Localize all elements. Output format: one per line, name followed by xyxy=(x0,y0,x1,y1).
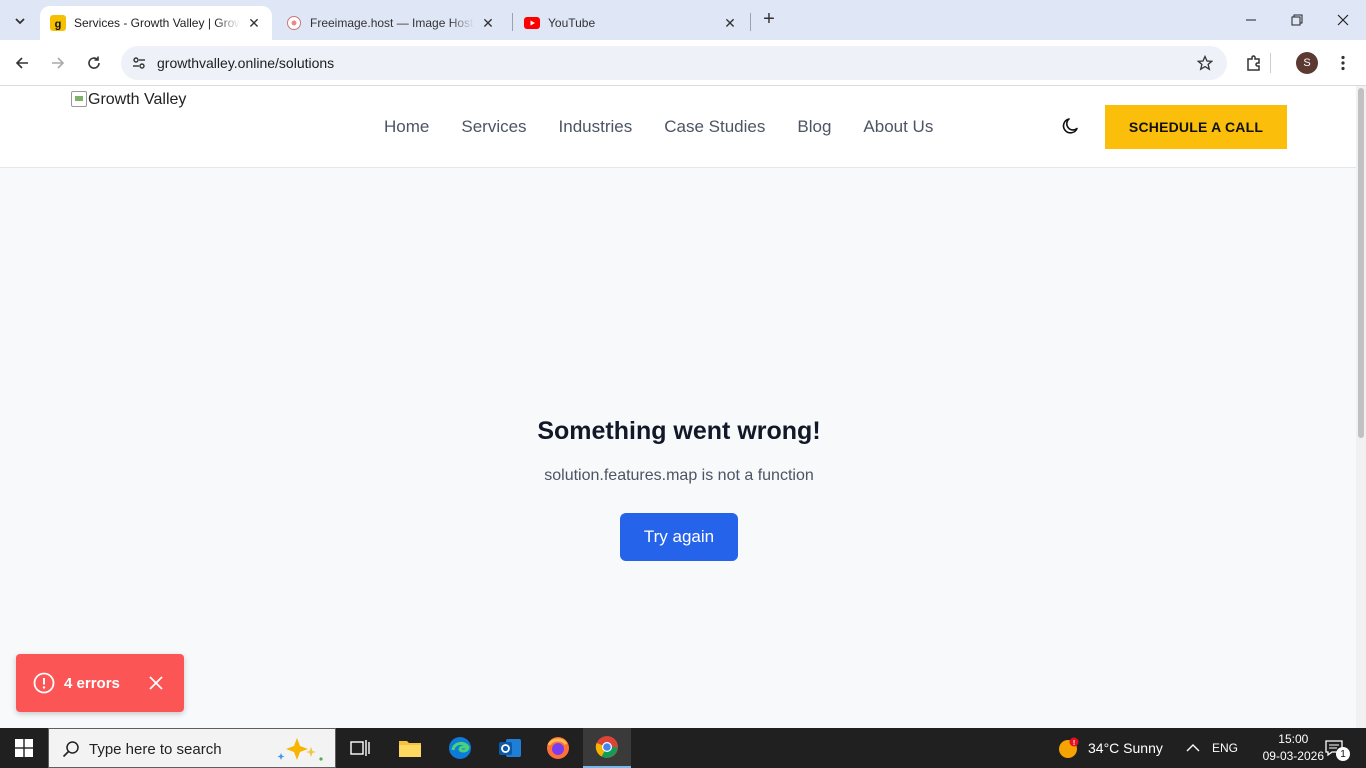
youtube-favicon-icon xyxy=(524,15,540,31)
tab-divider xyxy=(750,13,751,31)
alert-circle-icon xyxy=(33,672,55,694)
site-info-icon[interactable] xyxy=(129,53,149,73)
reload-icon xyxy=(88,56,100,69)
tab-title: Services - Growth Valley | Growth Valley xyxy=(74,16,240,30)
extensions-button[interactable] xyxy=(1241,50,1267,76)
task-view-icon xyxy=(350,740,370,756)
address-bar[interactable]: growthvalley.online/solutions xyxy=(121,46,1227,80)
back-button[interactable] xyxy=(8,49,36,77)
menu-button[interactable] xyxy=(1330,50,1356,76)
taskbar-firefox[interactable] xyxy=(534,728,582,768)
svg-text:g: g xyxy=(55,19,62,31)
avatar: S xyxy=(1296,52,1318,74)
tab-search-button[interactable] xyxy=(6,7,34,35)
clock-date: 09-03-2026 xyxy=(1262,749,1324,763)
site-logo[interactable]: Growth Valley xyxy=(71,91,186,109)
nav-home[interactable]: Home xyxy=(384,117,429,137)
tab-title: YouTube xyxy=(548,16,596,30)
schedule-call-button[interactable]: SCHEDULE A CALL xyxy=(1105,105,1287,149)
tab-title: Freeimage.host — Image Hosting xyxy=(310,16,474,30)
edge-icon xyxy=(449,737,471,759)
nav-industries[interactable]: Industries xyxy=(559,117,633,137)
task-view-button[interactable] xyxy=(336,728,384,768)
close-tab-icon[interactable]: ✕ xyxy=(722,15,738,31)
close-icon xyxy=(1337,14,1349,26)
chevron-up-icon xyxy=(1186,744,1200,752)
moon-icon xyxy=(1062,118,1078,134)
search-icon xyxy=(61,739,81,759)
close-toast-icon[interactable] xyxy=(147,674,165,692)
taskbar-file-explorer[interactable] xyxy=(386,728,434,768)
nav-about-us[interactable]: About Us xyxy=(863,117,933,137)
scrollbar-thumb[interactable] xyxy=(1358,88,1364,438)
firefox-icon xyxy=(547,737,569,759)
arrow-left-icon xyxy=(15,57,28,69)
minimize-button[interactable] xyxy=(1228,0,1274,40)
taskbar-search[interactable]: Type here to search xyxy=(48,728,336,768)
close-tab-icon[interactable]: ✕ xyxy=(480,15,496,31)
tab-freeimage[interactable]: Freeimage.host — Image Hosting ✕ xyxy=(276,6,506,40)
broken-image-icon xyxy=(71,91,87,107)
tab-divider xyxy=(512,13,513,31)
restore-icon xyxy=(1291,14,1303,26)
theme-toggle-button[interactable] xyxy=(1060,115,1082,137)
reload-button[interactable] xyxy=(80,49,108,77)
tab-youtube[interactable]: YouTube ✕ xyxy=(514,6,748,40)
svg-text:!: ! xyxy=(1073,740,1075,747)
notification-badge: 1 xyxy=(1336,747,1350,761)
nav-blog[interactable]: Blog xyxy=(797,117,831,137)
tab-growth-valley[interactable]: g Services - Growth Valley | Growth Vall… xyxy=(40,6,272,40)
start-button[interactable] xyxy=(0,728,48,768)
sparkle-icon xyxy=(277,738,323,761)
new-tab-button[interactable]: + xyxy=(758,8,780,30)
growth-valley-favicon-icon: g xyxy=(50,15,66,31)
browser-toolbar: growthvalley.online/solutions S xyxy=(0,40,1366,86)
system-clock[interactable]: 15:00 09-03-2026 xyxy=(1263,731,1324,765)
tab-strip: g Services - Growth Valley | Growth Vall… xyxy=(0,0,1366,40)
error-title: Something went wrong! xyxy=(537,417,821,445)
chrome-icon xyxy=(595,736,618,758)
notifications-button[interactable]: 1 xyxy=(1324,728,1350,768)
windows-taskbar: Type here to search ! 34°C Sunny ENG 15:… xyxy=(0,728,1366,768)
page-scrollbar[interactable] xyxy=(1356,86,1366,728)
clock-time: 15:00 xyxy=(1278,732,1309,746)
restore-button[interactable] xyxy=(1274,0,1320,40)
close-window-button[interactable] xyxy=(1320,0,1366,40)
main-nav: Home Services Industries Case Studies Bl… xyxy=(384,117,965,137)
show-hidden-icons[interactable] xyxy=(1186,728,1200,768)
weather-widget[interactable]: ! 34°C Sunny xyxy=(1058,728,1163,768)
main-content: Something went wrong! solution.features.… xyxy=(0,168,1356,728)
freeimage-favicon-icon xyxy=(286,15,302,31)
taskbar-chrome[interactable] xyxy=(583,728,631,768)
logo-alt-text: Growth Valley xyxy=(88,91,187,108)
error-message: solution.features.map is not a function xyxy=(544,467,814,484)
puzzle-icon xyxy=(1247,55,1260,71)
more-vertical-icon xyxy=(1341,55,1345,71)
chevron-down-icon xyxy=(15,18,25,25)
site-header: Growth Valley Home Services Industries C… xyxy=(0,86,1356,168)
close-tab-icon[interactable]: ✕ xyxy=(246,15,262,31)
windows-logo-icon xyxy=(15,739,33,757)
url-text: growthvalley.online/solutions xyxy=(157,55,335,71)
try-again-button[interactable]: Try again xyxy=(620,513,738,561)
toolbar-divider xyxy=(1270,53,1271,73)
error-count: 4 errors xyxy=(64,674,120,692)
weather-text: 34°C Sunny xyxy=(1088,740,1163,756)
folder-icon xyxy=(399,741,421,757)
taskbar-edge[interactable] xyxy=(436,728,484,768)
sun-icon: ! xyxy=(1059,737,1079,758)
minimize-icon xyxy=(1246,19,1256,21)
bookmark-star-icon[interactable] xyxy=(1195,53,1215,73)
nav-services[interactable]: Services xyxy=(461,117,526,137)
arrow-right-icon xyxy=(52,57,65,69)
language-indicator[interactable]: ENG xyxy=(1212,728,1238,768)
taskbar-outlook[interactable] xyxy=(486,728,534,768)
forward-button[interactable] xyxy=(44,49,72,77)
outlook-icon xyxy=(499,739,521,757)
search-placeholder: Type here to search xyxy=(89,741,222,758)
nav-case-studies[interactable]: Case Studies xyxy=(664,117,765,137)
errors-toast[interactable]: 4 errors xyxy=(16,654,184,712)
profile-button[interactable]: S xyxy=(1294,50,1320,76)
